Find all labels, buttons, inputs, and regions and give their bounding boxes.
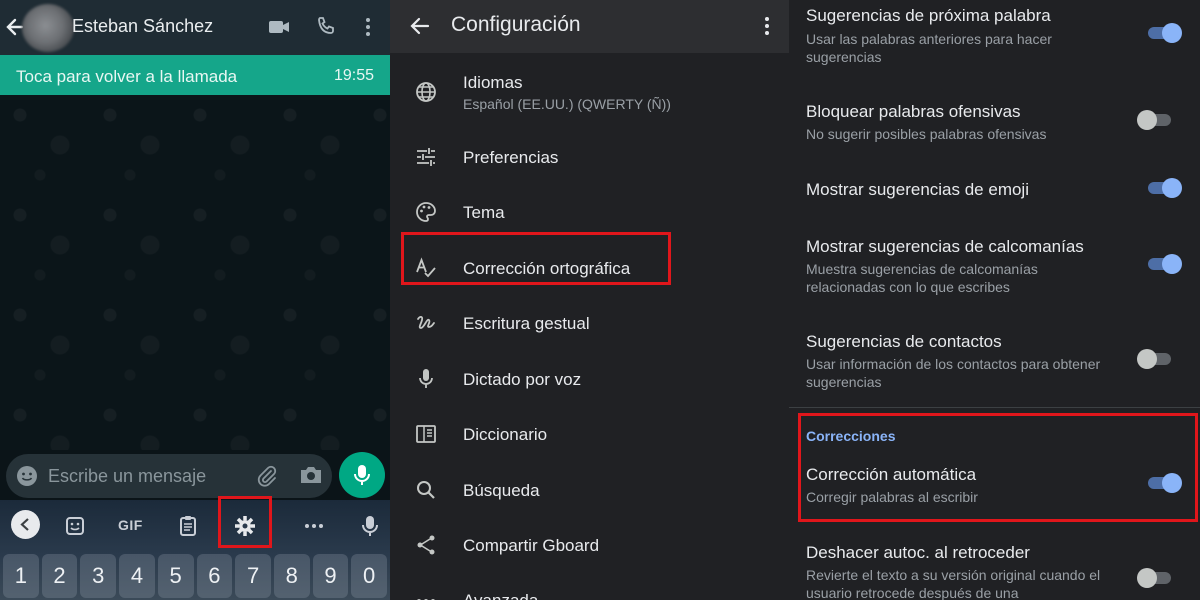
sticker-suggestions-toggle[interactable] bbox=[1146, 253, 1182, 275]
more-icon bbox=[417, 599, 435, 600]
settings-highlight-box bbox=[218, 496, 272, 548]
whatsapp-chat-panel: Esteban Sánchez Toca para volver a la ll… bbox=[0, 0, 390, 600]
settings-item-tema[interactable]: Tema bbox=[390, 187, 789, 237]
settings-item-diccionario[interactable]: Diccionario bbox=[390, 409, 789, 459]
gesture-icon bbox=[417, 315, 435, 329]
chevron-left-icon bbox=[20, 518, 29, 531]
keyboard-collapse-button[interactable] bbox=[11, 510, 40, 539]
book-icon bbox=[416, 425, 436, 443]
settings-item-label: Dictado por voz bbox=[463, 370, 582, 389]
settings-item-label: Diccionario bbox=[463, 425, 548, 444]
call-banner-text: Toca para volver a la llamada bbox=[16, 67, 238, 86]
option-description: Usar las palabras anteriores para hacer … bbox=[806, 31, 1052, 65]
option-title: Deshacer autoc. al retroceder bbox=[806, 543, 1030, 562]
settings-item-label: Idiomas bbox=[463, 73, 523, 92]
back-arrow-icon[interactable] bbox=[408, 14, 432, 38]
spellcheck-highlight-box bbox=[401, 232, 671, 285]
settings-item-label: Tema bbox=[463, 203, 505, 222]
settings-item-compartir-gboard[interactable]: Compartir Gboard bbox=[390, 520, 789, 570]
sliders-icon bbox=[417, 148, 435, 166]
settings-header bbox=[390, 0, 789, 53]
voice-message-button[interactable] bbox=[339, 452, 385, 498]
key-3[interactable]: 3 bbox=[80, 554, 117, 598]
key-7[interactable]: 7 bbox=[235, 554, 271, 598]
page-title: Configuración bbox=[451, 13, 581, 36]
gboard-settings-panel: Configuración Idiomas Español (EE.UU.) (… bbox=[390, 0, 789, 600]
globe-icon bbox=[416, 82, 436, 102]
keyboard-mic-icon[interactable] bbox=[357, 513, 383, 539]
settings-item-preferencias[interactable]: Preferencias bbox=[390, 132, 789, 182]
key-1[interactable]: 1 bbox=[3, 554, 39, 598]
video-call-icon[interactable] bbox=[267, 15, 291, 39]
settings-item-escritura-gestual[interactable]: Escritura gestual bbox=[390, 298, 789, 348]
palette-icon bbox=[416, 202, 436, 222]
mic-icon bbox=[419, 369, 433, 388]
settings-item-busqueda[interactable]: Búsqueda bbox=[390, 465, 789, 515]
share-icon bbox=[417, 535, 435, 555]
next-word-toggle[interactable] bbox=[1146, 22, 1182, 44]
settings-item-idiomas[interactable]: Idiomas Español (EE.UU.) (QWERTY (Ñ)) bbox=[390, 65, 789, 120]
key-0[interactable]: 0 bbox=[351, 554, 388, 598]
settings-item-label: Búsqueda bbox=[463, 481, 540, 500]
section-divider bbox=[789, 407, 1200, 408]
key-5[interactable]: 5 bbox=[157, 554, 194, 598]
more-options-icon[interactable] bbox=[356, 15, 380, 39]
key-2[interactable]: 2 bbox=[41, 554, 78, 598]
key-4[interactable]: 4 bbox=[119, 554, 155, 598]
settings-item-dictado-por-voz[interactable]: Dictado por voz bbox=[390, 354, 789, 404]
block-offensive-toggle[interactable] bbox=[1137, 109, 1173, 131]
option-title: Sugerencias de contactos bbox=[806, 332, 1002, 351]
settings-item-sublabel: Español (EE.UU.) (QWERTY (Ñ)) bbox=[463, 96, 671, 112]
avatar[interactable] bbox=[22, 4, 74, 52]
settings-item-label: Avanzada bbox=[463, 591, 538, 600]
phone-icon[interactable] bbox=[314, 15, 338, 39]
key-8[interactable]: 8 bbox=[273, 554, 310, 598]
option-title: Bloquear palabras ofensivas bbox=[806, 102, 1021, 121]
emoji-icon[interactable] bbox=[15, 464, 39, 488]
contact-name[interactable]: Esteban Sánchez bbox=[72, 16, 213, 37]
number-row: 1 2 3 4 5 6 7 8 9 0 bbox=[3, 554, 388, 598]
key-6[interactable]: 6 bbox=[196, 554, 233, 598]
return-to-call-banner[interactable]: Toca para volver a la llamada 19:55 bbox=[0, 55, 390, 95]
gif-button[interactable]: GIF bbox=[118, 517, 143, 533]
option-title: Mostrar sugerencias de calcomanías bbox=[806, 237, 1084, 256]
spellcheck-settings-panel: Sugerencias de próxima palabra Usar las … bbox=[789, 0, 1200, 600]
option-title: Sugerencias de próxima palabra bbox=[806, 6, 1051, 25]
camera-icon[interactable] bbox=[298, 463, 324, 487]
option-description: Muestra sugerencias de calcomanías relac… bbox=[806, 261, 1038, 295]
search-icon bbox=[417, 481, 435, 499]
option-title: Mostrar sugerencias de emoji bbox=[806, 180, 1029, 199]
chat-wallpaper bbox=[0, 95, 390, 450]
option-description: No sugerir posibles palabras ofensivas bbox=[806, 126, 1047, 142]
mic-icon bbox=[354, 465, 370, 485]
contact-suggestions-toggle[interactable] bbox=[1137, 348, 1173, 370]
more-options-icon[interactable] bbox=[755, 14, 779, 38]
option-description: Usar información de los contactos para o… bbox=[806, 356, 1101, 390]
more-horizontal-icon[interactable] bbox=[301, 513, 327, 539]
clipboard-icon[interactable] bbox=[175, 513, 201, 539]
sticker-icon[interactable] bbox=[62, 513, 88, 539]
message-placeholder: Escribe un mensaje bbox=[48, 466, 207, 486]
attach-icon[interactable] bbox=[255, 464, 279, 488]
settings-item-label: Compartir Gboard bbox=[463, 536, 600, 555]
settings-item-avanzada[interactable]: Avanzada bbox=[390, 576, 789, 600]
settings-item-label: Preferencias bbox=[463, 148, 559, 167]
undo-autocorrect-toggle[interactable] bbox=[1137, 567, 1173, 589]
settings-item-label: Escritura gestual bbox=[463, 314, 590, 333]
autocorrect-highlight-box bbox=[798, 413, 1198, 522]
key-9[interactable]: 9 bbox=[312, 554, 349, 598]
call-time: 19:55 bbox=[333, 67, 374, 84]
option-description: Revierte el texto a su versión original … bbox=[806, 567, 1101, 600]
emoji-suggestions-toggle[interactable] bbox=[1146, 177, 1182, 199]
